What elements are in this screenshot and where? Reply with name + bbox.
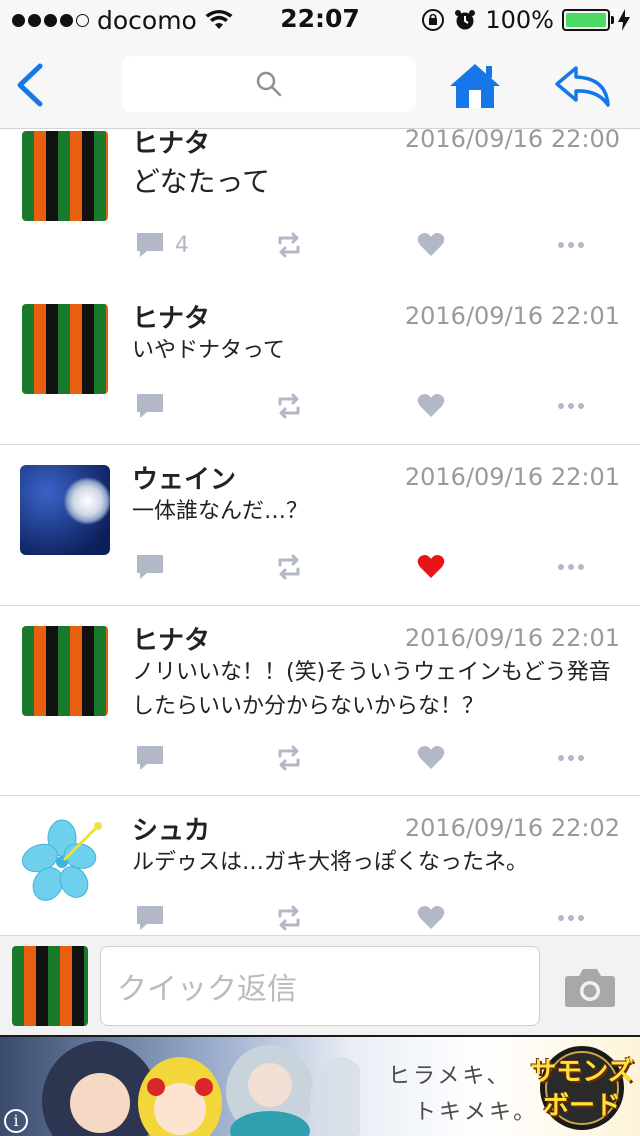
retweet-button[interactable] — [274, 390, 304, 422]
search-field[interactable] — [122, 56, 416, 112]
more-icon — [558, 915, 584, 921]
comment-icon — [137, 906, 163, 930]
more-button[interactable] — [556, 551, 586, 583]
comment-icon — [137, 394, 163, 418]
tweet-item[interactable]: ヒナタ 2016/09/16 22:00 どなたって 4 — [0, 129, 640, 285]
like-button[interactable] — [416, 551, 446, 583]
retweet-icon — [278, 745, 300, 771]
back-chevron-icon[interactable] — [12, 62, 48, 108]
alarm-icon — [455, 10, 476, 30]
user-name: シュカ — [132, 816, 211, 846]
search-icon — [256, 71, 282, 97]
heart-icon — [417, 233, 445, 256]
retweet-icon — [278, 393, 300, 419]
tweet-text: どなたって — [132, 165, 271, 198]
tweet-text: ルデゥスは…ガキ大将っぽくなったネ。 — [132, 850, 529, 875]
more-icon — [558, 242, 584, 248]
more-button[interactable] — [556, 742, 586, 774]
reply-button[interactable]: 4 — [135, 229, 189, 261]
reply-icon[interactable] — [554, 64, 612, 108]
orientation-lock-icon — [422, 9, 445, 31]
like-button[interactable] — [416, 229, 446, 261]
tweet-timeline[interactable]: ヒナタ 2016/09/16 22:00 どなたって 4 ヒナタ 2016/09… — [0, 129, 640, 935]
battery-icon — [562, 9, 614, 31]
reply-count: 4 — [175, 232, 189, 258]
more-button[interactable] — [556, 390, 586, 422]
more-button[interactable] — [556, 902, 586, 934]
tweet-timestamp: 2016/09/16 22:01 — [404, 624, 620, 652]
tweet-timestamp: 2016/09/16 22:01 — [404, 463, 620, 491]
battery-percent: 100% — [485, 6, 554, 34]
retweet-icon — [278, 905, 300, 931]
status-bar: docomo 22:07 100% — [0, 0, 640, 40]
more-icon — [558, 564, 584, 570]
quick-reply-bar: クイック返信 — [0, 935, 640, 1035]
heart-filled-icon — [417, 555, 445, 578]
comment-icon — [137, 555, 163, 579]
user-name: ウェイン — [132, 465, 237, 495]
comment-icon — [137, 746, 163, 770]
quick-reply-input[interactable]: クイック返信 — [100, 946, 540, 1026]
avatar[interactable] — [22, 816, 108, 906]
avatar[interactable] — [20, 465, 110, 555]
user-name: ヒナタ — [132, 129, 211, 159]
ad-characters-image — [42, 1041, 360, 1136]
heart-icon — [417, 906, 445, 929]
reply-button[interactable] — [135, 742, 165, 774]
tweet-text: ノリいいな！！(笑)そういうウェインもどう発音したらいいか分からないからな！？ — [132, 660, 611, 719]
tweet-text: 一体誰なんだ…？ — [132, 499, 309, 524]
user-name: ヒナタ — [132, 304, 211, 334]
like-button[interactable] — [416, 902, 446, 934]
more-button[interactable] — [556, 229, 586, 261]
reply-button[interactable] — [135, 390, 165, 422]
camera-icon[interactable] — [564, 966, 616, 1008]
avatar[interactable] — [22, 131, 108, 221]
tweet-item[interactable]: ウェイン 2016/09/16 22:01 一体誰なんだ…？ — [0, 445, 640, 606]
tweet-timestamp: 2016/09/16 22:02 — [404, 814, 620, 842]
reply-button[interactable] — [135, 551, 165, 583]
user-name: ヒナタ — [132, 626, 211, 656]
avatar[interactable] — [22, 626, 108, 716]
ad-tagline: ヒラメキ、 トキメキ。 — [388, 1064, 539, 1125]
ad-info-icon[interactable]: i — [4, 1109, 28, 1133]
more-icon — [558, 403, 584, 409]
my-avatar[interactable] — [12, 946, 88, 1026]
tweet-item[interactable]: シュカ 2016/09/16 22:02 ルデゥスは…ガキ大将っぽくなったネ。 — [0, 796, 640, 935]
more-icon — [558, 755, 584, 761]
comment-icon — [137, 233, 163, 257]
tweet-text: いやドナタって — [132, 338, 285, 363]
hibiscus-avatar-image — [22, 816, 108, 906]
like-button[interactable] — [416, 390, 446, 422]
retweet-button[interactable] — [274, 902, 304, 934]
retweet-button[interactable] — [274, 229, 304, 261]
retweet-button[interactable] — [274, 551, 304, 583]
retweet-button[interactable] — [274, 742, 304, 774]
tweet-item[interactable]: ヒナタ 2016/09/16 22:01 ノリいいな！！(笑)そういうウェインも… — [0, 606, 640, 796]
like-button[interactable] — [416, 742, 446, 774]
tweet-item[interactable]: ヒナタ 2016/09/16 22:01 いやドナタって — [0, 284, 640, 445]
navigation-bar — [0, 40, 640, 129]
retweet-icon — [278, 554, 300, 580]
avatar[interactable] — [22, 304, 108, 394]
reply-button[interactable] — [135, 902, 165, 934]
charging-icon — [618, 9, 630, 31]
ad-banner[interactable]: ヒラメキ、 トキメキ。 サモンズ ボード i — [0, 1035, 640, 1136]
tweet-timestamp: 2016/09/16 22:00 — [404, 129, 620, 153]
retweet-icon — [278, 232, 300, 258]
heart-icon — [417, 394, 445, 417]
tweet-timestamp: 2016/09/16 22:01 — [404, 302, 620, 330]
heart-icon — [417, 746, 445, 769]
ad-logo-text: サモンズ ボード — [530, 1057, 634, 1121]
home-icon[interactable] — [448, 62, 502, 110]
